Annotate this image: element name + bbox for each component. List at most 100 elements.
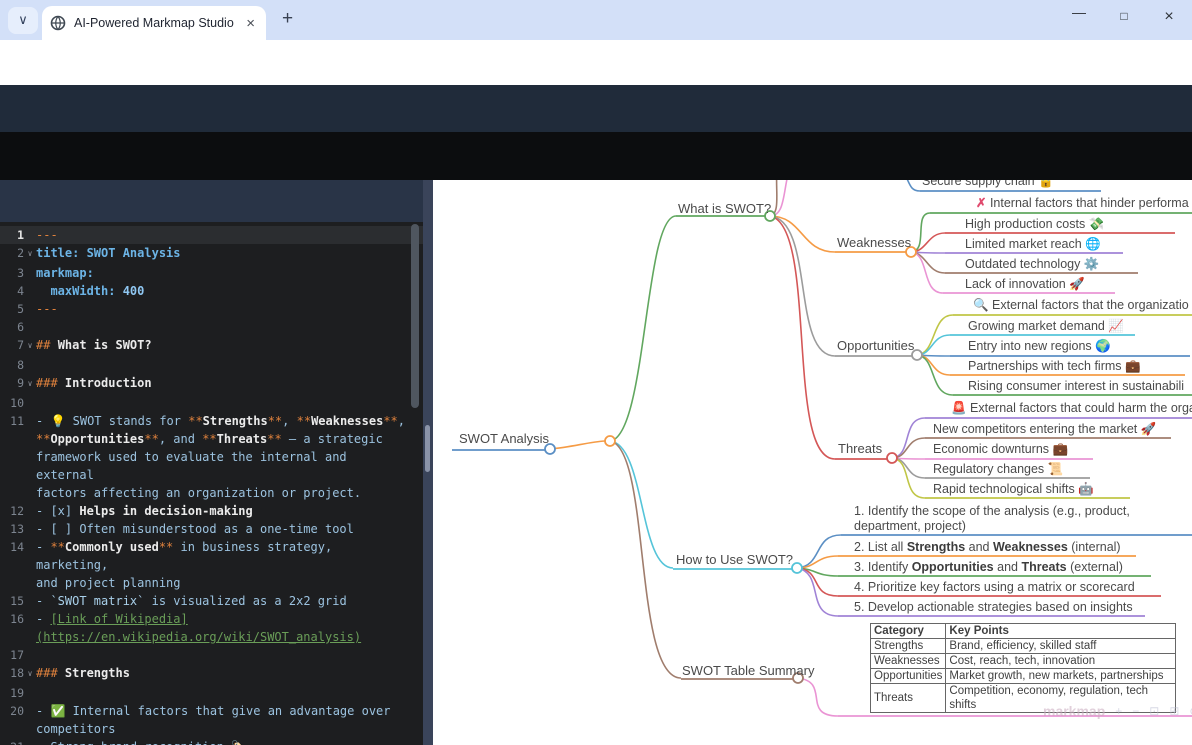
map-node-h5[interactable]: 5. Develop actionable strategies based o… [854,600,1133,615]
swot-summary-table: CategoryKey PointsStrengthsBrand, effici… [870,623,1176,713]
code-text[interactable] [36,318,408,336]
map-node-root[interactable]: SWOT Analysis [459,431,549,446]
map-node-weak[interactable]: Weaknesses [837,235,911,250]
tab-title: AI-Powered Markmap Studio [74,16,243,30]
mindmap-canvas[interactable]: CategoryKey PointsStrengthsBrand, effici… [433,180,1192,745]
map-node-what[interactable]: What is SWOT? [678,201,771,216]
window-close-icon[interactable]: × [1158,8,1180,26]
code-text[interactable] [36,394,408,412]
new-tab-button[interactable]: + [282,8,293,30]
editor-line[interactable]: 13- [ ] Often misunderstood as a one-tim… [0,520,423,538]
map-node-o2[interactable]: Growing market demand 📈 [968,319,1124,334]
map-fit-icon[interactable]: ⊡ [1149,704,1159,718]
editor-line[interactable]: 5--- [0,300,423,318]
editor-line[interactable]: 10 [0,394,423,412]
map-node-tbl[interactable]: SWOT Table Summary [682,663,814,678]
editor-line[interactable]: 7∨## What is SWOT? [0,336,423,356]
code-text[interactable] [36,646,408,664]
code-text[interactable]: - ✅ Internal factors that give an advant… [36,702,408,738]
code-text[interactable]: - `SWOT matrix` is visualized as a 2x2 g… [36,592,408,610]
map-node-t3[interactable]: Economic downturns 💼 [933,442,1068,457]
code-text[interactable]: maxWidth: 400 [36,282,408,300]
code-text[interactable]: ### Introduction [36,374,408,394]
fold-arrow-icon[interactable]: ∨ [24,336,36,356]
map-node-w2[interactable]: High production costs 💸 [965,217,1104,232]
window-maximize-icon[interactable]: □ [1113,9,1135,23]
map-node-t4[interactable]: Regulatory changes 📜 [933,462,1063,477]
code-text[interactable] [36,684,408,702]
map-node-t2[interactable]: New competitors entering the market 🚀 [933,422,1156,437]
browser-tab[interactable]: AI-Powered Markmap Studio × [42,6,266,40]
editor-line[interactable]: 21- Strong brand recognition 🏷️ [0,738,423,745]
map-node-opp[interactable]: Opportunities [837,338,914,353]
code-text[interactable]: - 💡 SWOT stands for **Strengths**, **Wea… [36,412,408,502]
map-zoom-in-icon[interactable]: + [1115,704,1122,718]
editor-scrollbar[interactable] [411,224,419,408]
map-node-secure[interactable]: Secure supply chain 🔒 [922,180,1054,189]
code-text[interactable]: - [x] Helps in decision-making [36,502,408,520]
map-zoom-out-icon[interactable]: − [1132,704,1139,718]
map-node-o5[interactable]: Rising consumer interest in sustainabili [968,379,1184,394]
editor-line[interactable]: 3markmap: [0,264,423,282]
editor-line[interactable]: 15- `SWOT matrix` is visualized as a 2x2… [0,592,423,610]
fold-arrow-icon[interactable]: ∨ [24,374,36,394]
map-node-h3[interactable]: 3. Identify Opportunities and Threats (e… [854,560,1123,575]
editor-line[interactable]: 16- [Link of Wikipedia] (https://en.wiki… [0,610,423,646]
map-node-w1[interactable]: ✗ Internal factors that hinder performa [976,196,1189,211]
map-node-o4[interactable]: Partnerships with tech firms 💼 [968,359,1141,374]
markdown-editor[interactable]: 1---2∨title: SWOT Analysis3markmap:4 max… [0,222,423,745]
code-text[interactable]: markmap: [36,264,408,282]
editor-line[interactable]: 20- ✅ Internal factors that give an adva… [0,702,423,738]
map-node-how[interactable]: How to Use SWOT? [676,552,793,567]
map-node-h1[interactable]: 1. Identify the scope of the analysis (e… [854,504,1130,534]
editor-line[interactable]: 17 [0,646,423,664]
fold-arrow-icon[interactable]: ∨ [24,244,36,264]
node-circle[interactable] [605,436,615,446]
editor-line[interactable]: 2∨title: SWOT Analysis [0,244,423,264]
code-text[interactable]: ## What is SWOT? [36,336,408,356]
fold-arrow-icon[interactable]: ∨ [24,664,36,684]
map-theme-icon[interactable]: ⊞ [1169,704,1179,718]
code-text[interactable]: --- [36,300,408,318]
code-text[interactable]: ### Strengths [36,664,408,684]
editor-line[interactable]: 4 maxWidth: 400 [0,282,423,300]
editor-line[interactable]: 18∨### Strengths [0,664,423,684]
tab-close-icon[interactable]: × [243,15,258,32]
window-minimize-icon[interactable]: — [1068,4,1090,20]
table-cell: Opportunities [871,669,946,684]
code-text[interactable]: --- [36,226,408,244]
code-text[interactable]: - [Link of Wikipedia] (https://en.wikipe… [36,610,408,646]
editor-line[interactable]: 14- **Commonly used** in business strate… [0,538,423,592]
map-node-o3[interactable]: Entry into new regions 🌍 [968,339,1111,354]
map-node-o1[interactable]: 🔍 External factors that the organizatio [973,298,1189,313]
code-text[interactable]: - **Commonly used** in business strategy… [36,538,408,592]
divider-handle[interactable] [425,425,430,472]
map-node-thr[interactable]: Threats [838,441,882,456]
editor-line[interactable]: 11- 💡 SWOT stands for **Strengths**, **W… [0,412,423,502]
code-text[interactable] [36,356,408,374]
editor-line[interactable]: 6 [0,318,423,336]
map-node-w5[interactable]: Lack of innovation 🚀 [965,277,1085,292]
fold-gutter [24,646,36,664]
table-cell: Weaknesses [871,654,946,669]
editor-line[interactable]: 1--- [0,226,423,244]
code-text[interactable]: - Strong brand recognition 🏷️ [36,738,408,745]
node-circle[interactable] [792,563,802,573]
map-node-t1[interactable]: 🚨 External factors that could harm the o… [951,401,1192,416]
map-node-t5[interactable]: Rapid technological shifts 🤖 [933,482,1094,497]
editor-line[interactable]: 9∨### Introduction [0,374,423,394]
map-node-w3[interactable]: Limited market reach 🌐 [965,237,1101,252]
markmap-brand[interactable]: markmap [1043,703,1105,719]
code-text[interactable]: - [ ] Often misunderstood as a one-time … [36,520,408,538]
editor-line[interactable]: 12- [x] Helps in decision-making [0,502,423,520]
node-circle[interactable] [887,453,897,463]
map-node-h2[interactable]: 2. List all Strengths and Weaknesses (in… [854,540,1121,555]
map-node-w4[interactable]: Outdated technology ⚙️ [965,257,1099,272]
pane-divider[interactable] [423,180,433,745]
editor-line[interactable]: 19 [0,684,423,702]
map-node-h4[interactable]: 4. Prioritize key factors using a matrix… [854,580,1135,595]
fold-gutter [24,264,36,282]
code-text[interactable]: title: SWOT Analysis [36,244,408,264]
editor-line[interactable]: 8 [0,356,423,374]
tab-search-button[interactable]: ∨ [8,7,38,34]
